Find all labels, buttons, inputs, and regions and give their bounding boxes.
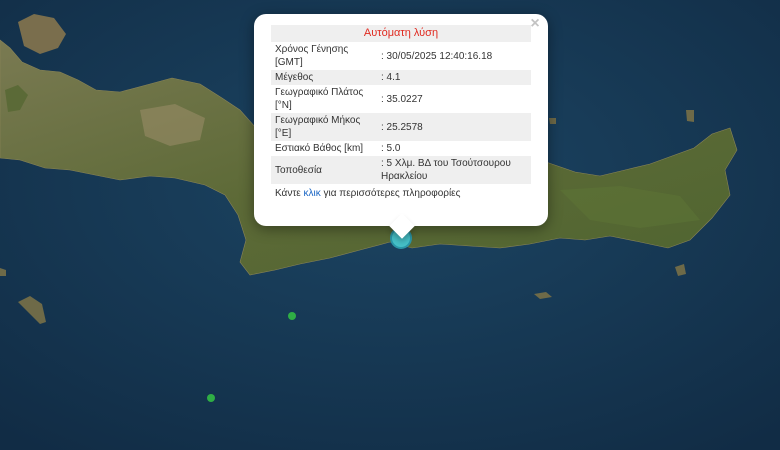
longitude-label: Γεωγραφικό Μήκος [°E] xyxy=(275,115,361,139)
close-button[interactable]: × xyxy=(526,15,544,33)
table-row: Γεωγραφικό Μήκος [°E] : 25.2578 xyxy=(271,113,531,141)
location-label: Τοποθεσία xyxy=(275,164,322,176)
longitude-value: : 25.2578 xyxy=(381,121,423,133)
more-info-text: Κάντε κλικ για περισσότερες πληροφορίες xyxy=(271,184,531,199)
latitude-value: : 35.0227 xyxy=(381,93,423,105)
table-row: Χρόνος Γένησης [GMT] : 30/05/2025 12:40:… xyxy=(271,42,531,70)
depth-label: Εστιακό Βάθος [km] xyxy=(275,143,364,154)
earthquake-marker[interactable] xyxy=(288,312,296,320)
earthquake-marker[interactable] xyxy=(207,394,215,402)
table-row: Τοποθεσία : 5 Χλμ. ΒΔ του Τσούτσουρου Ηρ… xyxy=(271,156,531,184)
table-row: Εστιακό Βάθος [km] : 5.0 xyxy=(271,141,531,156)
magnitude-label: Μέγεθος xyxy=(275,72,314,83)
earthquake-popup: × Αυτόματη λύση Χρόνος Γένησης [GMT] : 3… xyxy=(254,14,548,239)
table-row: Γεωγραφικό Πλάτος [°N] : 35.0227 xyxy=(271,85,531,113)
table-row: Μέγεθος : 4.1 xyxy=(271,70,531,85)
more-info-link[interactable]: κλικ xyxy=(304,188,321,199)
location-value: : 5 Χλμ. ΒΔ του Τσούτσουρου Ηρακλείου xyxy=(381,158,511,182)
popup-title: Αυτόματη λύση xyxy=(271,25,531,42)
more-info-suffix: για περισσότερες πληροφορίες xyxy=(320,188,461,199)
more-info-prefix: Κάντε xyxy=(275,188,304,199)
magnitude-value: : 4.1 xyxy=(381,72,401,83)
latitude-label: Γεωγραφικό Πλάτος [°N] xyxy=(275,87,364,111)
origin-time-label: Χρόνος Γένησης [GMT] xyxy=(275,44,349,68)
origin-time-value: : 30/05/2025 12:40:16.18 xyxy=(381,50,493,62)
depth-value: : 5.0 xyxy=(381,143,401,154)
earthquake-info-table: Χρόνος Γένησης [GMT] : 30/05/2025 12:40:… xyxy=(271,42,531,184)
